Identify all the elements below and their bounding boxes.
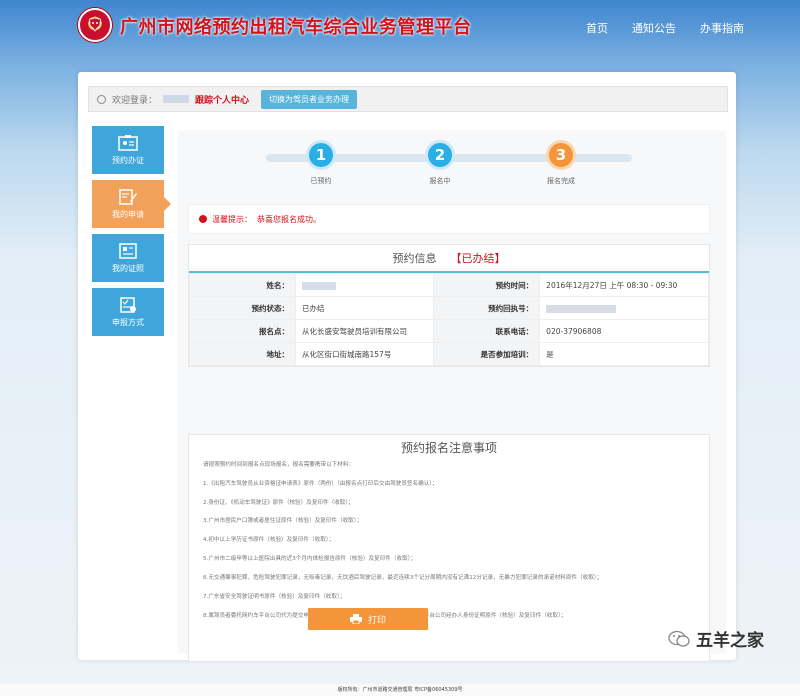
- top-nav: 首页 通知公告 办事指南: [586, 20, 744, 36]
- user-icon: [97, 94, 106, 104]
- redacted-value: [302, 281, 336, 290]
- field-label: 报名点：: [189, 319, 296, 343]
- note-item: 8.属驾员者委托网约车平台公司代为提交申请的，还应当提交委托书（收取），以及网约…: [203, 613, 695, 621]
- notes-title: 预约报名注意事项: [400, 441, 497, 455]
- note-item: 4.初中以上学历证书原件（核验）及复印件（收取）；: [203, 537, 335, 544]
- main-panel: 欢迎登录： 跟踪个人中心 切换为驾员者业务办理 预约办证 我的申请 我的证照 申…: [78, 72, 736, 662]
- notice-text: 恭喜您报名成功。: [257, 214, 321, 224]
- step-2: 2 报名中: [400, 140, 480, 186]
- step-3: 3 报名完成: [521, 140, 601, 186]
- sidebar-item-my-application[interactable]: 我的申请: [92, 180, 171, 228]
- appointment-info: 预约信息 【已办结】 姓名： 预约时间： 2016年12月27日 上午 08:3…: [188, 244, 710, 367]
- field-value: 从化长盛安驾驶员培训有限公司: [294, 319, 435, 343]
- note-item: 2.身份证、《机动车驾驶证》原件（核验）及复印件（收取）；: [203, 499, 354, 506]
- printer-icon: [349, 614, 362, 624]
- note-item: 3.广州市居民户口簿或者居住证原件（核验）及复印件（收取）；: [203, 518, 363, 525]
- step-1: 1 已预约: [281, 140, 361, 186]
- note-item: 6.无交通肇事犯罪、危险驾驶犯罪记录，无吸毒记录，无饮酒后驾驶记录，最近连续3个…: [203, 574, 603, 581]
- switch-role-button[interactable]: 切换为驾员者业务办理: [261, 89, 358, 109]
- field-value: 020-37906808: [539, 319, 709, 343]
- table-row: 报名点： 从化长盛安驾驶员培训有限公司 联系电话： 020-37906808: [189, 319, 709, 343]
- wechat-icon: [668, 630, 690, 647]
- status-badge: 【已办结】: [450, 252, 506, 265]
- personal-center-link[interactable]: 跟踪个人中心: [195, 93, 249, 106]
- info-table: 姓名： 预约时间： 2016年12月27日 上午 08:30 - 09:30 预…: [189, 273, 709, 366]
- step-number: 3: [546, 140, 576, 170]
- step-number: 2: [425, 140, 455, 170]
- ram-logo-icon[interactable]: [78, 8, 112, 42]
- redacted-value: [546, 304, 617, 313]
- print-button[interactable]: 打印: [308, 608, 428, 630]
- field-label: 预约状态：: [189, 296, 296, 320]
- note-item: 1.《出租汽车驾驶员从业资格证申请表》原件（两份）（由报名点打印后交由驾驶员签名…: [203, 480, 438, 487]
- field-value: 已办结: [294, 296, 435, 320]
- certificate-icon: [119, 242, 137, 259]
- sidebar-item-my-certificates[interactable]: 我的证照: [92, 234, 164, 282]
- id-card-icon: [118, 134, 138, 151]
- alert-icon: [199, 215, 207, 223]
- sidebar-item-label: 预约办证: [112, 155, 144, 165]
- notice-label: 温馨提示：: [212, 214, 252, 224]
- info-title: 预约信息: [392, 252, 437, 265]
- table-row: 姓名： 预约时间： 2016年12月27日 上午 08:30 - 09:30: [189, 273, 709, 297]
- info-header: 预约信息 【已办结】: [189, 245, 709, 273]
- content-area: 1 已预约 2 报名中 3 报名完成 温馨提示： 恭喜您报名成功。 预约信息 【…: [178, 130, 726, 662]
- nav-home-link[interactable]: 首页: [586, 20, 608, 36]
- sidebar-item-label: 申报方式: [112, 317, 144, 327]
- field-value: [294, 273, 435, 297]
- note-item: 请按照预约时间到报名点现场报名，报名需要携带以下材料：: [203, 462, 355, 468]
- username-redacted: [163, 95, 190, 103]
- step-number: 1: [306, 140, 336, 170]
- sidebar-item-label: 我的证照: [112, 263, 144, 273]
- step-label: 报名中: [429, 177, 451, 185]
- sidebar-item-declaration-method[interactable]: 申报方式: [92, 288, 164, 336]
- field-label: 预约回执号：: [433, 296, 541, 320]
- print-label: 打印: [367, 615, 386, 626]
- nav-notices-link[interactable]: 通知公告: [632, 20, 676, 36]
- field-value: 从化区街口街城南路157号: [294, 342, 435, 366]
- field-value: 2016年12月27日 上午 08:30 - 09:30: [539, 273, 709, 297]
- field-label: 预约时间：: [433, 273, 541, 297]
- site-header: 广州市网络预约出租汽车综合业务管理平台 首页 通知公告 办事指南: [0, 0, 800, 56]
- welcome-label: 欢迎登录：: [112, 95, 158, 106]
- field-label: 是否参加培训：: [433, 342, 541, 366]
- site-title: 广州市网络预约出租汽车综合业务管理平台: [120, 17, 472, 38]
- edit-form-icon: [119, 188, 137, 205]
- watermark-text: 五羊之家: [696, 631, 764, 651]
- user-bar: 欢迎登录： 跟踪个人中心 切换为驾员者业务办理: [88, 86, 728, 112]
- sidebar-item-label: 我的申请: [112, 209, 144, 219]
- table-row: 地址： 从化区街口街城南路157号 是否参加培训： 是: [189, 342, 709, 366]
- field-value: 是: [539, 342, 709, 366]
- checklist-icon: [120, 296, 136, 313]
- field-label: 姓名：: [189, 273, 296, 297]
- table-row: 预约状态： 已办结 预约回执号：: [189, 296, 709, 320]
- sidebar-item-appointment[interactable]: 预约办证: [92, 126, 164, 174]
- note-item: 7.广东省安全驾驶证明书原件（核验）及复印件（收取）；: [203, 593, 346, 600]
- nav-guide-link[interactable]: 办事指南: [700, 20, 744, 36]
- step-label: 报名完成: [547, 177, 575, 185]
- field-value: [539, 296, 709, 320]
- step-label: 已预约: [310, 177, 332, 185]
- footer: 版权所有：广州市道路交通管理局 粤ICP备06045309号: [0, 684, 800, 696]
- note-item: 5.广州市二级甲等以上医院出具的近3个月内体检报告原件（核验）及复印件（收取）；: [203, 556, 417, 563]
- field-label: 地址：: [189, 342, 296, 366]
- watermark: 五羊之家: [668, 626, 764, 651]
- success-notice: 温馨提示： 恭喜您报名成功。: [188, 204, 710, 234]
- field-label: 联系电话：: [433, 319, 541, 343]
- registration-notes: 预约报名注意事项 请按照预约时间到报名点现场报名，报名需要携带以下材料： 1.《…: [188, 434, 710, 662]
